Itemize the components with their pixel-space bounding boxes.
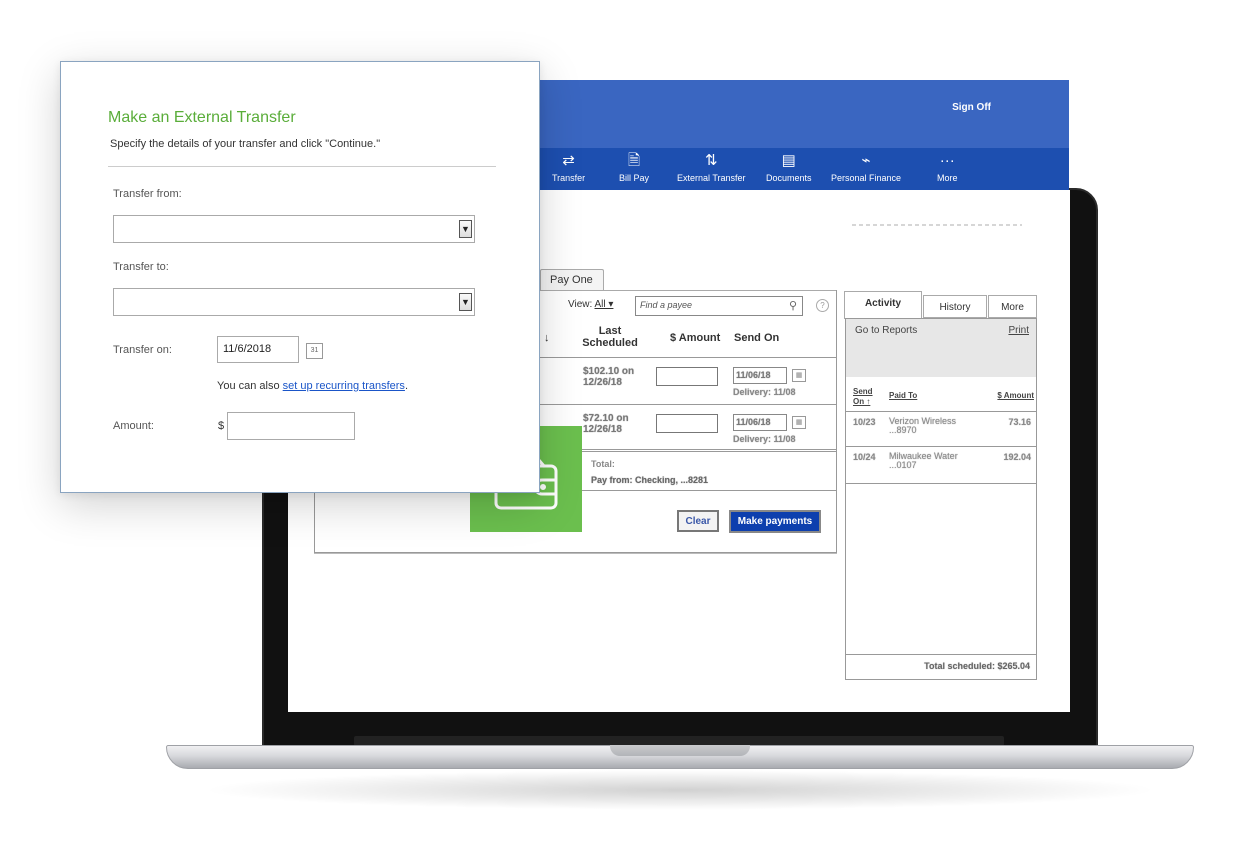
last-scheduled: $72.10 on 12/26/18: [583, 413, 629, 435]
col-send-on-sort[interactable]: Send On ↑: [853, 387, 879, 407]
col-paid-to[interactable]: Paid To: [889, 391, 917, 400]
nav-bill-pay[interactable]: 🗎 Bill Pay: [619, 152, 649, 183]
col-dollar-amount[interactable]: $ Amount: [997, 391, 1034, 400]
transfer-on-label: Transfer on:: [113, 344, 172, 356]
go-to-reports-link[interactable]: Go to Reports: [855, 325, 917, 336]
currency-symbol: $: [218, 420, 225, 432]
nav-external-transfer[interactable]: ⇅ External Transfer: [677, 152, 746, 183]
view-value[interactable]: All ▾: [595, 299, 614, 310]
total-box: Total: Pay from: Checking, ...8281: [580, 449, 836, 491]
transfer-from-label: Transfer from:: [113, 188, 182, 200]
amount-label: Amount:: [113, 420, 154, 432]
transfer-on-input[interactable]: 11/6/2018: [217, 336, 299, 363]
nav-documents-label: Documents: [766, 173, 812, 183]
nav-personal-finance-label: Personal Finance: [831, 173, 902, 183]
activity-list-empty: [846, 483, 1036, 655]
more-icon: ···: [939, 152, 955, 169]
payee-row: $72.10 on 12/26/18 11/06/18 ▦ Delivery: …: [540, 404, 836, 452]
up-down-arrows-icon: ⇅: [704, 152, 718, 169]
recurring-suffix: .: [404, 380, 408, 392]
recurring-note: You can also set up recurring transfers.: [217, 380, 408, 392]
calendar-icon[interactable]: ▦: [792, 416, 806, 429]
faint-divider: [852, 224, 1022, 226]
view-label: View:: [568, 299, 593, 310]
chevron-down-icon[interactable]: ▼: [459, 293, 472, 311]
search-icon[interactable]: ⚲: [789, 299, 797, 312]
modal-divider: [108, 166, 496, 167]
laptop-notch: [610, 745, 750, 756]
pay-from-account: Pay from: Checking, ...8281: [591, 475, 709, 485]
nav-external-transfer-label: External Transfer: [677, 173, 746, 183]
document-icon: ▤: [781, 152, 796, 169]
activity-amount: 192.04: [1003, 452, 1031, 462]
nav-bill-pay-label: Bill Pay: [619, 173, 650, 183]
nav-documents[interactable]: ▤ Documents: [766, 152, 812, 183]
send-on-input[interactable]: 11/06/18: [733, 367, 787, 384]
activity-payee: Verizon Wireless ...8970: [889, 416, 957, 435]
make-payments-button[interactable]: Make payments: [729, 510, 821, 533]
amount-field[interactable]: [227, 412, 355, 440]
payee-row: $102.10 on 12/26/18 11/06/18 ▦ Delivery:…: [540, 357, 836, 405]
calendar-icon[interactable]: 31: [306, 343, 323, 359]
nav-more-label: More: [937, 173, 958, 183]
view-filter[interactable]: View: All ▾: [568, 299, 613, 310]
transfer-to-select[interactable]: ▼: [113, 288, 475, 316]
external-transfer-modal: Make an External Transfer Specify the de…: [60, 61, 540, 493]
activity-date: 10/24: [853, 452, 876, 462]
nav-transfer-label: Transfer: [552, 173, 586, 183]
app-header: Sign Off: [538, 80, 1069, 148]
delivery-date: Delivery: 11/08: [733, 387, 796, 397]
col-last-scheduled: Last Scheduled: [582, 325, 638, 349]
calendar-icon[interactable]: ▦: [792, 369, 806, 382]
print-link[interactable]: Print: [1008, 325, 1029, 336]
last-scheduled: $102.10 on 12/26/18: [583, 366, 635, 388]
activity-row[interactable]: 10/24 Milwaukee Water ...0107 192.04: [846, 446, 1036, 480]
help-icon[interactable]: ?: [816, 299, 829, 312]
total-label: Total:: [591, 459, 615, 469]
nav-personal-finance[interactable]: ⌁ Personal Finance: [831, 152, 901, 183]
sort-arrow-icon[interactable]: ↓: [544, 332, 550, 344]
sign-off-link[interactable]: Sign Off: [952, 102, 991, 113]
amount-input[interactable]: [656, 414, 718, 433]
transfer-from-select[interactable]: ▼: [113, 215, 475, 243]
clear-button[interactable]: Clear: [677, 510, 719, 532]
recurring-prefix: You can also: [217, 380, 283, 392]
nav-more[interactable]: ··· More: [937, 152, 958, 183]
tab-history[interactable]: History: [923, 295, 987, 318]
activity-row[interactable]: 10/23 Verizon Wireless ...8970 73.16: [846, 411, 1036, 445]
recurring-transfers-link[interactable]: set up recurring transfers: [283, 380, 405, 392]
transfer-icon: ⇄: [562, 152, 575, 169]
delivery-date: Delivery: 11/08: [733, 434, 796, 444]
chart-icon: ⌁: [861, 152, 871, 169]
activity-amount: 73.16: [1008, 417, 1031, 427]
find-payee-input[interactable]: Find a payee ⚲: [635, 296, 803, 316]
transfer-to-label: Transfer to:: [113, 261, 169, 273]
amount-input[interactable]: [656, 367, 718, 386]
modal-title: Make an External Transfer: [108, 109, 296, 126]
nav-transfer[interactable]: ⇄ Transfer: [552, 152, 585, 183]
tab-more[interactable]: More: [988, 295, 1037, 318]
col-amount: $ Amount: [670, 332, 721, 344]
chevron-down-icon[interactable]: ▼: [459, 220, 472, 238]
bill-icon: 🗎: [627, 152, 641, 169]
laptop-shadow: [200, 770, 1160, 810]
activity-toolbar: Go to Reports Print: [846, 319, 1036, 377]
total-scheduled: Total scheduled: $265.04: [924, 661, 1030, 671]
main-nav: ⇄ Transfer 🗎 Bill Pay ⇅ External Transfe…: [538, 148, 1069, 190]
activity-date: 10/23: [853, 417, 876, 427]
col-send-on: Send On: [734, 332, 780, 344]
view-filter-row: View: All ▾ Find a payee ⚲ ?: [540, 290, 836, 320]
activity-panel: Go to Reports Print Send On ↑ Paid To $ …: [845, 318, 1037, 680]
send-on-input[interactable]: 11/06/18: [733, 414, 787, 431]
find-payee-placeholder: Find a payee: [640, 300, 693, 310]
tab-pay-one[interactable]: Pay One: [540, 269, 604, 291]
activity-payee: Milwaukee Water ...0107: [889, 451, 958, 470]
modal-subtitle: Specify the details of your transfer and…: [110, 138, 381, 150]
tab-activity[interactable]: Activity: [844, 291, 922, 319]
